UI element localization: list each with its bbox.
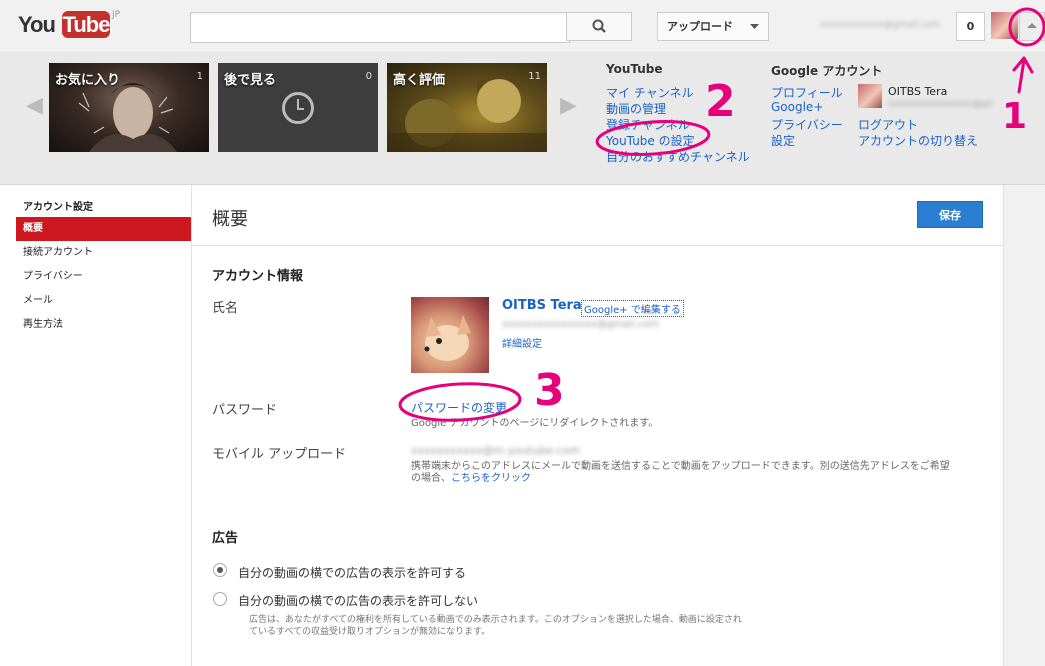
sidebar-item-playback[interactable]: 再生方法 (16, 313, 191, 337)
logo-tube-text: Tube (62, 11, 110, 38)
right-gutter (1004, 185, 1045, 666)
name-label: 氏名 (212, 301, 239, 316)
menu-link-subscriptions[interactable]: 登録チャンネル (606, 116, 690, 133)
profile-email: xxxxxxxxxxxxxxxx@gmail.com (502, 319, 659, 330)
chevron-up-icon (1027, 23, 1037, 28)
playlist-title: 高く評価 (393, 73, 446, 88)
account-info-heading: アカウント情報 (212, 269, 304, 284)
password-label: パスワード (212, 403, 278, 418)
advanced-settings-link[interactable]: 詳細設定 (502, 335, 542, 350)
ads-note-line2: ているすべての収益受け取りオプションが無効になります。 (249, 627, 491, 637)
google-plus-edit-link[interactable]: Google+ で編集する (581, 300, 684, 317)
mobile-note-prefix: の場合、 (411, 473, 451, 484)
logo-region: JP (112, 10, 121, 20)
logout-link[interactable]: ログアウト (858, 116, 918, 133)
notification-count-button[interactable]: 0 (956, 12, 985, 41)
upload-dropdown-button[interactable] (741, 12, 769, 41)
account-name: OITBS Tera (888, 85, 948, 98)
playlist-title: お気に入り (55, 73, 121, 88)
carousel-next-icon[interactable]: ▶ (560, 93, 577, 118)
sidebar-item-email[interactable]: メール (16, 289, 191, 313)
account-email-secondary: xxxxxxxxxxxxxxxxxx@gmail.com (888, 99, 993, 108)
logo-you-text: You (18, 12, 56, 37)
chevron-down-icon (750, 24, 759, 29)
profile-picture (411, 297, 489, 373)
mobile-upload-note-line2: の場合、こちらをクリック (411, 472, 531, 485)
account-menu-toggle[interactable] (1019, 12, 1045, 41)
google-account-heading: Google アカウント (771, 64, 883, 78)
youtube-menu-heading: YouTube (606, 62, 663, 76)
ads-deny-label[interactable]: 自分の動画の横での広告の表示を許可しない (238, 592, 478, 609)
page-title: 概要 (212, 209, 248, 230)
search-button[interactable] (566, 12, 632, 41)
sidebar-item-connected-accounts[interactable]: 接続アカウント (16, 241, 191, 265)
sidebar-item-privacy[interactable]: プライバシー (16, 265, 191, 289)
search-input[interactable] (190, 12, 570, 43)
click-here-link[interactable]: こちらをクリック (451, 473, 531, 484)
playlist-title: 後で見る (224, 73, 277, 88)
save-button[interactable]: 保存 (917, 201, 983, 228)
menu-link-google-plus[interactable]: Google+ (771, 100, 823, 114)
change-password-link[interactable]: パスワードの変更 (411, 399, 507, 416)
menu-link-profile[interactable]: プロフィール (771, 84, 843, 101)
profile-dog-image (424, 315, 471, 361)
sidebar-heading: アカウント設定 (23, 202, 93, 213)
clock-icon (282, 92, 314, 124)
carousel-prev-icon[interactable]: ◀ (26, 93, 43, 118)
menu-link-settings[interactable]: 設定 (771, 132, 795, 149)
menu-link-recommended-channels[interactable]: 自分のおすすめチャンネル (606, 148, 750, 165)
playlist-count: 0 (365, 71, 372, 82)
password-note: Google アカウントのページにリダイレクトされます。 (411, 418, 659, 429)
mobile-upload-label: モバイル アップロード (212, 447, 347, 462)
ads-allow-label[interactable]: 自分の動画の横での広告の表示を許可する (238, 564, 466, 581)
menu-link-youtube-settings[interactable]: YouTube の設定 (606, 132, 695, 149)
menu-link-video-manager[interactable]: 動画の管理 (606, 100, 666, 117)
menu-link-my-channel[interactable]: マイ チャンネル (606, 84, 693, 101)
mobile-upload-address: xxxxxxxxxxx@m.youtube.com (411, 444, 581, 457)
menu-link-privacy[interactable]: プライバシー (771, 116, 843, 133)
upload-button[interactable]: アップロード (657, 12, 743, 41)
playlist-count: 1 (196, 71, 203, 82)
switch-account-link[interactable]: アカウントの切り替え (858, 132, 978, 149)
avatar[interactable] (991, 12, 1018, 39)
account-email: xxxxxxxxxxxx@gmail.com (820, 20, 940, 30)
account-avatar (858, 84, 882, 108)
playlist-count: 11 (528, 71, 541, 82)
search-icon (592, 19, 606, 33)
ads-deny-radio[interactable] (213, 592, 227, 606)
ads-heading: 広告 (212, 531, 239, 546)
ads-allow-radio[interactable] (213, 563, 227, 577)
profile-name-link[interactable]: OITBS Tera (502, 298, 582, 313)
playlist-favorites[interactable]: お気に入り 1 (49, 63, 209, 152)
sidebar-item-overview[interactable]: 概要 (16, 217, 191, 241)
playlist-watch-later[interactable]: 後で見る 0 (218, 63, 378, 152)
divider (192, 245, 1003, 246)
playlist-liked[interactable]: 高く評価 11 (387, 63, 547, 152)
